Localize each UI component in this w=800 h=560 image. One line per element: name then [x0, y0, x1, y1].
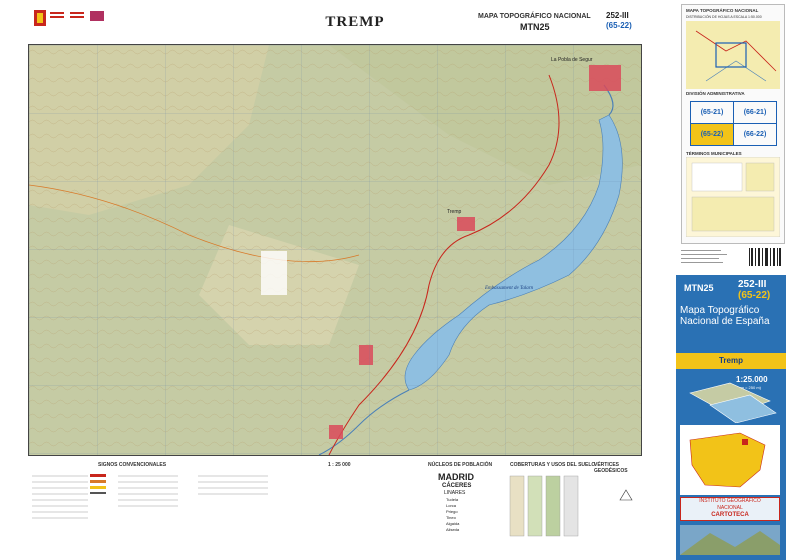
index-subtitle: DISTRIBUCIÓN DE HOJAS A ESCALA 1:50.000: [686, 15, 762, 19]
series-name: MAPA TOPOGRÁFICO NACIONAL: [478, 13, 591, 20]
cartoteca-stamp: INSTITUTO GEOGRÁFICO NACIONAL CARTOTECA: [680, 497, 780, 521]
sheet-cell-4: (66-22): [733, 123, 777, 146]
cover-sheet-alt: (65-22): [738, 290, 771, 301]
legend-scale: 1 : 25 000: [328, 462, 351, 468]
nucleo-madrid: MADRID: [438, 472, 474, 482]
sheet-number-alt: (65-22): [606, 21, 632, 30]
cover-photo: [680, 525, 780, 555]
cover-panel: MTN25 252-III (65-22) Mapa Topográfico N…: [676, 275, 786, 560]
sheet-cell-1: (65-21): [690, 101, 734, 124]
topographic-map[interactable]: La Pobla de Segur Tremp Embassament de T…: [28, 44, 642, 456]
map-label-pobla: La Pobla de Segur: [551, 57, 593, 63]
nucleo-linares: LINARES: [444, 490, 466, 496]
nucleo-towns: Tudela Lorca Priego Tineo Algaida Aliseda: [446, 497, 460, 532]
cover-3d-map: [689, 382, 777, 423]
nucleo-caceres: CÁCERES: [442, 483, 472, 489]
legend-symbols: [32, 474, 633, 537]
sheet-grid: (65-21) (66-21) (65-22) (66-22): [690, 101, 777, 146]
index-title: MAPA TOPOGRÁFICO NACIONAL: [686, 8, 759, 13]
legend-cubiertas-title: COBERTURAS Y USOS DEL SUELO: [510, 462, 596, 468]
cover-spain-map: [680, 425, 780, 495]
sheet-number: 252-III: [606, 11, 629, 20]
index-panel: MAPA TOPOGRÁFICO NACIONAL DISTRIBUCIÓN D…: [681, 4, 785, 244]
legend-signos-title: SIGNOS CONVENCIONALES: [98, 462, 167, 468]
terminos-map: [686, 157, 780, 237]
map-title: TREMP: [325, 14, 385, 30]
legend: SIGNOS CONVENCIONALES 1 : 25 000 NÚCLEOS…: [28, 462, 640, 554]
map-label-tremp: Tremp: [447, 209, 461, 215]
barcode: [748, 246, 782, 270]
map-label-reservoir: Embassament de Talarn: [484, 286, 534, 291]
sheet-cell-current: (65-22): [690, 123, 734, 146]
government-logo: [34, 8, 114, 34]
sheet-cell-2: (66-21): [733, 101, 777, 124]
cover-mtn: MTN25: [684, 283, 714, 293]
division-title: DIVISIÓN ADMINISTRATIVA: [686, 91, 745, 96]
cover-sheet: 252-III: [738, 279, 767, 290]
index-map: [686, 21, 780, 89]
cover-title: Mapa Topográfico Nacional de España: [680, 305, 770, 327]
terminos-title: TÉRMINOS MUNICIPALES: [686, 151, 742, 156]
series-code: MTN25: [520, 22, 550, 32]
legend-nucleos-title: NÚCLEOS DE POBLACIÓN: [428, 462, 493, 468]
publisher-info: [681, 248, 741, 270]
